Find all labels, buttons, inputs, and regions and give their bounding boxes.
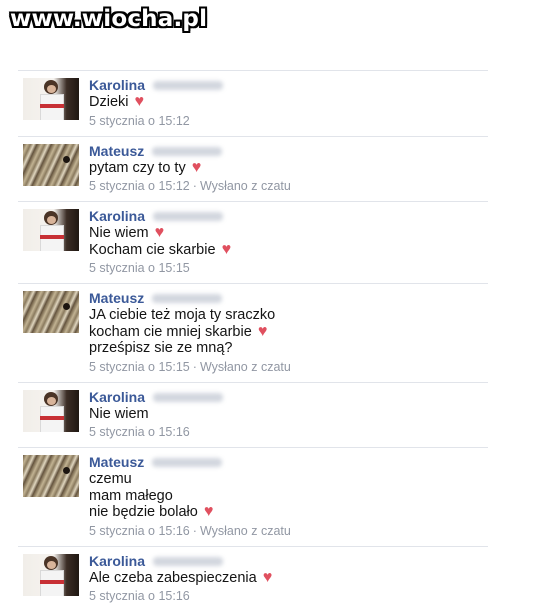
blurred-surname xyxy=(153,393,223,402)
message-meta: 5 stycznia o 15:15 xyxy=(89,259,488,277)
message-line: Nie wiem xyxy=(89,406,488,423)
sender-name[interactable]: Karolina xyxy=(89,77,145,93)
message-line: nie będzie bolało ♥ xyxy=(89,504,488,521)
heart-icon: ♥ xyxy=(258,325,268,339)
chat-message: KarolinaNie wiem ♥Kocham cie skarbie ♥5 … xyxy=(18,201,488,283)
heart-icon: ♥ xyxy=(155,226,165,240)
message-line: czemu xyxy=(89,471,488,488)
blurred-surname xyxy=(152,147,222,156)
message-text: Ale czeba zabespieczenia xyxy=(89,570,257,586)
heart-icon: ♥ xyxy=(135,95,145,109)
separator-dot: · xyxy=(193,179,197,193)
separator-dot: · xyxy=(193,360,197,374)
message-text: Nie wiem xyxy=(89,225,149,241)
sent-source: Wysłano z czatu xyxy=(200,524,291,538)
chat-message: Mateuszpytam czy to ty ♥5 stycznia o 15:… xyxy=(18,136,488,202)
message-line: Dzieki ♥ xyxy=(89,94,488,111)
message-meta: 5 stycznia o 15:12·Wysłano z czatu xyxy=(89,177,488,195)
message-meta: 5 stycznia o 15:15·Wysłano z czatu xyxy=(89,358,488,376)
message-line: Ale czeba zabespieczenia ♥ xyxy=(89,570,488,587)
message-text: Nie wiem xyxy=(89,406,149,422)
heart-icon: ♥ xyxy=(263,571,273,585)
timestamp[interactable]: 5 stycznia o 15:16 xyxy=(89,524,190,538)
blurred-surname xyxy=(153,557,223,566)
sender-name[interactable]: Mateusz xyxy=(89,454,144,470)
sender-name[interactable]: Karolina xyxy=(89,208,145,224)
message-text: nie będzie bolało xyxy=(89,504,198,520)
timestamp[interactable]: 5 stycznia o 15:16 xyxy=(89,425,190,439)
message-text: pytam czy to ty xyxy=(89,160,186,176)
chat-message: KarolinaNie wiem 5 stycznia o 15:16 xyxy=(18,382,488,448)
avatar[interactable] xyxy=(23,291,79,333)
sent-source: Wysłano z czatu xyxy=(200,179,291,193)
avatar[interactable] xyxy=(23,209,79,251)
message-text: JA ciebie też moja ty sraczko xyxy=(89,307,275,323)
message-meta: 5 stycznia o 15:16·Wysłano z czatu xyxy=(89,522,488,540)
watermark-logo: www.wiocha.pl xyxy=(10,6,207,32)
sender-name[interactable]: Mateusz xyxy=(89,143,144,159)
avatar[interactable] xyxy=(23,78,79,120)
separator-dot: · xyxy=(193,524,197,538)
message-text: prześpisz sie ze mną? xyxy=(89,340,232,356)
sender-name[interactable]: Mateusz xyxy=(89,290,144,306)
message-line: Nie wiem ♥ xyxy=(89,225,488,242)
sender-name[interactable]: Karolina xyxy=(89,389,145,405)
message-line: prześpisz sie ze mną? xyxy=(89,340,488,357)
chat-message: KarolinaDzieki ♥ 5 stycznia o 15:12 xyxy=(18,70,488,136)
timestamp[interactable]: 5 stycznia o 15:15 xyxy=(89,360,190,374)
message-line: Kocham cie skarbie ♥ xyxy=(89,242,488,259)
avatar[interactable] xyxy=(23,390,79,432)
timestamp[interactable]: 5 stycznia o 15:15 xyxy=(89,261,190,275)
avatar[interactable] xyxy=(23,455,79,497)
chat-message: MateuszJA ciebie też moja ty sraczkokoch… xyxy=(18,283,488,382)
timestamp[interactable]: 5 stycznia o 15:12 xyxy=(89,114,190,128)
chat-message: KarolinaAle czeba zabespieczenia ♥ 5 styc… xyxy=(18,546,488,611)
chat-message: Mateuszczemumam małegonie będzie bolało … xyxy=(18,447,488,546)
message-line: kocham cie mniej skarbie ♥ xyxy=(89,324,488,341)
chat-feed: KarolinaDzieki ♥5 stycznia o 15:12Mateus… xyxy=(18,70,488,611)
message-meta: 5 stycznia o 15:16 xyxy=(89,423,488,441)
sender-name[interactable]: Karolina xyxy=(89,553,145,569)
avatar[interactable] xyxy=(23,144,79,186)
timestamp[interactable]: 5 stycznia o 15:16 xyxy=(89,589,190,603)
blurred-surname xyxy=(152,458,222,467)
heart-icon: ♥ xyxy=(204,505,214,519)
message-line: pytam czy to ty ♥ xyxy=(89,160,488,177)
message-line: mam małego xyxy=(89,488,488,505)
message-text: Dzieki xyxy=(89,94,128,110)
blurred-surname xyxy=(153,212,223,221)
message-line: JA ciebie też moja ty sraczko xyxy=(89,307,488,324)
avatar[interactable] xyxy=(23,554,79,596)
message-text: Kocham cie skarbie xyxy=(89,242,216,258)
timestamp[interactable]: 5 stycznia o 15:12 xyxy=(89,179,190,193)
message-text: mam małego xyxy=(89,488,173,504)
message-text: czemu xyxy=(89,471,132,487)
heart-icon: ♥ xyxy=(192,161,202,175)
sent-source: Wysłano z czatu xyxy=(200,360,291,374)
blurred-surname xyxy=(153,81,223,90)
message-meta: 5 stycznia o 15:12 xyxy=(89,112,488,130)
message-meta: 5 stycznia o 15:16 xyxy=(89,587,488,605)
heart-icon: ♥ xyxy=(222,243,232,257)
message-text: kocham cie mniej skarbie xyxy=(89,324,252,340)
blurred-surname xyxy=(152,294,222,303)
